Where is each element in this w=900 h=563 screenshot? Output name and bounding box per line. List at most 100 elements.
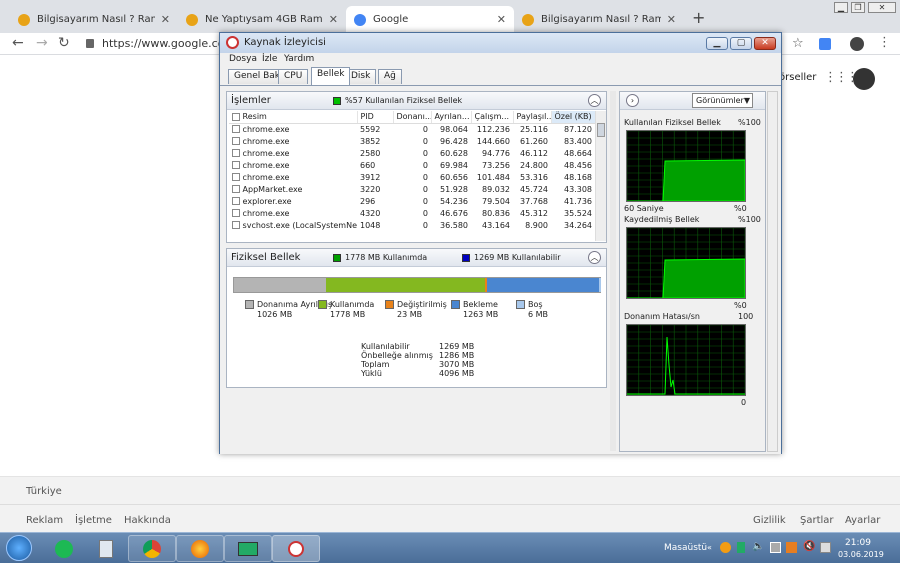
monitor-app-taskbar-icon[interactable]: [224, 535, 272, 562]
footer-link-about[interactable]: Hakkında: [124, 515, 171, 526]
start-button[interactable]: [6, 535, 32, 561]
scroll-thumb[interactable]: [597, 123, 605, 137]
table-row[interactable]: chrome.exe 3912 0 60.656 101.484 53.316 48.168: [229, 171, 595, 183]
footer-link-business[interactable]: İşletme: [75, 515, 112, 526]
firefox-taskbar-icon[interactable]: [176, 535, 224, 562]
collapse-chevron-icon[interactable]: ︿: [588, 251, 601, 264]
tray-expand-icon[interactable]: «: [707, 543, 712, 552]
minimize-icon[interactable]: ▁: [834, 2, 848, 13]
processes-scrollbar[interactable]: [595, 111, 606, 241]
browser-tab[interactable]: Ne Yaptıysam 4GB Ram 3GB olar ✕: [178, 6, 346, 33]
table-cell: 36.580: [440, 220, 468, 230]
tray-update-icon[interactable]: [786, 542, 797, 553]
account-avatar[interactable]: [853, 68, 875, 90]
clock-time[interactable]: 21:09: [845, 538, 871, 548]
menu-monitor[interactable]: İzle: [262, 54, 277, 64]
close-tab-icon[interactable]: ✕: [667, 13, 676, 26]
row-checkbox[interactable]: [232, 173, 240, 181]
resource-monitor-taskbar-icon[interactable]: [272, 535, 320, 562]
table-cell: 101.484: [476, 172, 510, 182]
reload-icon[interactable]: ↻: [58, 35, 70, 51]
select-all-checkbox[interactable]: [232, 112, 240, 121]
bookmark-star-icon[interactable]: ☆: [792, 36, 804, 51]
col-private[interactable]: Özel (KB): [551, 111, 596, 124]
row-checkbox[interactable]: [232, 221, 240, 229]
footer-link-privacy[interactable]: Gizlilik: [753, 515, 786, 526]
translate-icon[interactable]: [819, 38, 831, 50]
table-row[interactable]: explorer.exe 296 0 54.236 79.504 37.768 41.736: [229, 195, 595, 207]
tray-speaker-icon[interactable]: 🔇: [803, 541, 815, 552]
rm-minimize-icon[interactable]: ▁: [706, 37, 728, 50]
google-footer: Türkiye Reklam İşletme Hakkında Gizlilik…: [0, 476, 900, 532]
resource-monitor-titlebar[interactable]: Kaynak İzleyicisi ▁ ▢ ✕: [220, 33, 781, 53]
row-checkbox[interactable]: [232, 185, 240, 193]
table-row[interactable]: chrome.exe 3852 0 96.428 144.660 61.260 83.400: [229, 135, 595, 147]
menu-help[interactable]: Yardım: [284, 54, 314, 64]
row-checkbox[interactable]: [232, 197, 240, 205]
browser-tab[interactable]: Bilgisayarım Nasıl ? Ram Yükselt ✕: [514, 6, 684, 33]
table-cell: chrome.exe: [229, 135, 357, 147]
row-checkbox[interactable]: [232, 137, 240, 145]
browser-tab-active[interactable]: Google ✕: [346, 6, 514, 33]
table-row[interactable]: chrome.exe 4320 0 46.676 80.836 45.312 35.524: [229, 207, 595, 219]
menu-file[interactable]: Dosya: [229, 54, 257, 64]
graphs-scrollbar[interactable]: [767, 91, 778, 452]
menu-kebab-icon[interactable]: ⋮: [878, 35, 891, 50]
browser-tab[interactable]: Bilgisayarım Nasıl ? Ram Yükselt ✕: [10, 6, 178, 33]
expand-chevron-icon[interactable]: ›: [626, 94, 639, 107]
physical-memory-header[interactable]: Fiziksel Bellek 1778 MB Kullanımda 1269 …: [227, 249, 606, 267]
tab-cpu[interactable]: CPU: [278, 69, 309, 84]
close-tab-icon[interactable]: ✕: [329, 13, 338, 26]
tab-network[interactable]: Ağ: [378, 69, 402, 84]
desktop-toolbar-label[interactable]: Masaüstü: [664, 543, 707, 553]
col-pid[interactable]: PID: [357, 111, 394, 124]
table-row[interactable]: svchost.exe (LocalSystemNet... 1048 0 36.58…: [229, 219, 595, 231]
col-shareable[interactable]: Paylaşıl...: [513, 111, 552, 124]
images-link[interactable]: örseller: [779, 72, 816, 83]
site-favicon-icon: [522, 13, 534, 26]
table-row[interactable]: AppMarket.exe 3220 0 51.928 89.032 45.724 43.3…: [229, 183, 595, 195]
chrome-taskbar-icon[interactable]: [128, 535, 176, 562]
close-tab-icon[interactable]: ✕: [497, 13, 506, 26]
calculator-icon[interactable]: [82, 535, 130, 562]
col-commit[interactable]: Ayrılan...: [431, 111, 472, 124]
spotify-icon[interactable]: [40, 535, 88, 562]
close-icon[interactable]: ✕: [868, 2, 896, 13]
col-working-set[interactable]: Çalışm...: [471, 111, 514, 124]
views-dropdown[interactable]: Görünümler ▼: [692, 93, 753, 108]
tab-memory[interactable]: Bellek: [311, 67, 351, 85]
footer-link-terms[interactable]: Şartlar: [800, 515, 834, 526]
profile-avatar[interactable]: [850, 37, 864, 51]
processes-header[interactable]: İşlemler %57 Kullanılan Fiziksel Bellek …: [227, 92, 606, 110]
table-row[interactable]: chrome.exe 2580 0 60.628 94.776 46.112 48.664: [229, 147, 595, 159]
new-tab-button[interactable]: +: [692, 8, 705, 27]
tray-app-icon[interactable]: [720, 542, 731, 553]
splitter[interactable]: [610, 91, 616, 451]
forward-icon[interactable]: →: [36, 35, 48, 51]
collapse-chevron-icon[interactable]: ︿: [588, 94, 601, 107]
tray-language-icon[interactable]: [820, 542, 831, 553]
back-icon[interactable]: ←: [12, 35, 24, 51]
tray-volume-icon[interactable]: 🔈: [752, 541, 764, 552]
footer-link-ads[interactable]: Reklam: [26, 515, 63, 526]
rm-maximize-icon[interactable]: ▢: [730, 37, 752, 50]
close-tab-icon[interactable]: ✕: [161, 13, 170, 26]
tray-network-icon[interactable]: [770, 542, 781, 553]
table-cell: 296: [360, 196, 376, 206]
clock-date[interactable]: 03.06.2019: [838, 550, 884, 559]
table-row[interactable]: chrome.exe 660 0 69.984 73.256 24.800 48.456: [229, 159, 595, 171]
tray-monitor-icon[interactable]: [737, 542, 745, 553]
footer-link-settings[interactable]: Ayarlar: [845, 515, 880, 526]
table-cell: 0: [422, 196, 428, 206]
row-checkbox[interactable]: [232, 125, 240, 134]
col-hard-faults[interactable]: Donanı...: [393, 111, 432, 124]
tab-title: Bilgisayarım Nasıl ? Ram Yükselt: [37, 14, 155, 25]
row-checkbox[interactable]: [232, 209, 240, 217]
col-image[interactable]: Resim: [229, 111, 358, 124]
in-use-swatch: [333, 253, 341, 262]
rm-close-icon[interactable]: ✕: [754, 37, 776, 50]
table-row[interactable]: chrome.exe 5592 0 98.064 112.236 25.116 87.120: [229, 123, 595, 135]
row-checkbox[interactable]: [232, 161, 240, 169]
row-checkbox[interactable]: [232, 149, 240, 157]
maximize-icon[interactable]: ❐: [851, 2, 865, 13]
